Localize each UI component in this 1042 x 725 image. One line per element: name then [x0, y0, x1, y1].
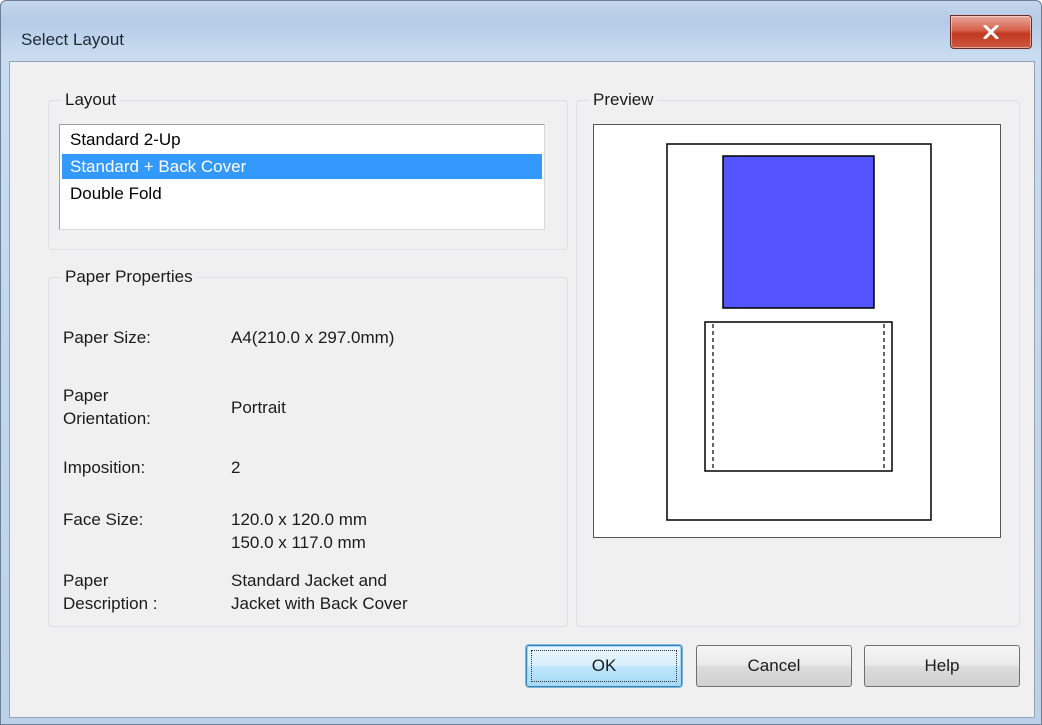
face-size-value-line2: 150.0 x 117.0 mm [231, 533, 366, 552]
description-value-line1: Standard Jacket and [231, 571, 387, 590]
close-button[interactable] [950, 15, 1032, 49]
paper-properties-group: Paper Properties Paper Size: A4(210.0 x … [48, 267, 568, 627]
layout-group: Layout Standard 2-Up Standard + Back Cov… [48, 90, 568, 250]
preview-group: Preview [576, 90, 1020, 627]
layout-option-standard-2up[interactable]: Standard 2-Up [62, 127, 542, 152]
paper-size-value: A4(210.0 x 297.0mm) [231, 328, 395, 347]
paper-properties-legend: Paper Properties [65, 267, 193, 286]
face-size-label: Face Size: [63, 510, 144, 529]
layout-option-double-fold[interactable]: Double Fold [62, 181, 542, 206]
imposition-value: 2 [231, 458, 241, 477]
layout-legend: Layout [65, 90, 117, 109]
layout-option-standard-back-cover[interactable]: Standard + Back Cover [62, 154, 542, 179]
face-size-value-line1: 120.0 x 120.0 mm [231, 510, 368, 529]
window-title: Select Layout [21, 30, 125, 49]
paper-size-label: Paper Size: [63, 328, 151, 347]
title-bar[interactable]: Select Layout [1, 1, 1041, 61]
orientation-label-line2: Orientation: [63, 409, 151, 428]
orientation-value: Portrait [231, 398, 286, 417]
preview-legend: Preview [593, 90, 654, 109]
description-label-line1: Paper [63, 571, 109, 590]
preview-front-face [722, 155, 875, 309]
close-x-icon [983, 25, 999, 39]
ok-button[interactable]: OK [526, 645, 682, 687]
preview-back-cover-face [704, 321, 893, 472]
help-button[interactable]: Help [864, 645, 1020, 687]
cancel-button[interactable]: Cancel [696, 645, 852, 687]
description-value-line2: Jacket with Back Cover [231, 594, 408, 613]
imposition-label: Imposition: [63, 458, 146, 477]
layout-preview-drawing [666, 143, 932, 521]
orientation-label-line1: Paper [63, 386, 109, 405]
select-layout-dialog: Select Layout Layout Standard 2-Up Stand… [0, 0, 1042, 725]
dialog-body: Layout Standard 2-Up Standard + Back Cov… [9, 61, 1035, 718]
layout-listbox[interactable]: Standard 2-Up Standard + Back Cover Doub… [59, 124, 545, 230]
preview-canvas [593, 124, 1001, 538]
description-label-line2: Description : [63, 594, 158, 613]
